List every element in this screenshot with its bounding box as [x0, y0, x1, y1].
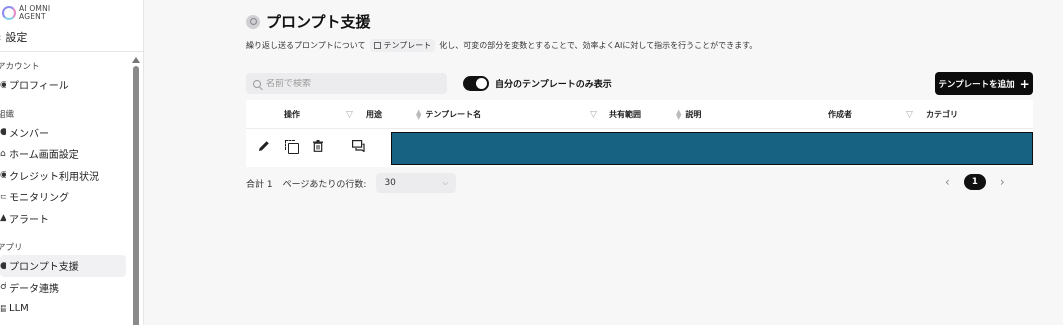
column-header-description[interactable]: ▲ ▼ 説明 [676, 100, 701, 129]
pagination: ‹ 1 › [945, 174, 1005, 190]
filter-icon[interactable]: ▽ [590, 100, 597, 129]
sidebar-item-label: プロフィール [9, 81, 69, 93]
sidebar-item-label: メンバー [9, 128, 49, 140]
template-grid-icon [373, 42, 381, 49]
page-description: 繰り返し送るプロンプトについて テンプレート 化し、可変の部分を変数とすることで… [246, 39, 757, 52]
link-icon: ♂ [0, 282, 6, 292]
rows-per-page-select[interactable]: 30 ⌵ [376, 173, 457, 193]
column-header-template-name[interactable]: ▲ ▼ テンプレート名 [416, 100, 481, 129]
total-count: 合計 1 [246, 179, 273, 190]
table-footer: 合計 1 ページあたりの行数: 30 ⌵ [246, 173, 457, 193]
sidebar-nav: アカウント ◉ プロフィール 組織 ● メンバー ⌂ ホーム画面設定 ◉ クレジ… [0, 59, 126, 320]
section-title-apps: アプリ [0, 243, 23, 253]
column-header-purpose[interactable]: 用途 [366, 100, 382, 129]
chat-icon[interactable] [352, 140, 365, 152]
my-templates-toggle-group[interactable]: 自分のテンプレートのみ表示 [463, 76, 612, 91]
chevron-left-icon: ‹ [0, 31, 1, 44]
database-icon: ▤ [0, 304, 6, 314]
sidebar-item-label: モニタリング [9, 193, 69, 205]
filter-icon[interactable]: ▽ [906, 100, 913, 129]
sidebar-item-home-settings[interactable]: ⌂ ホーム画面設定 [0, 143, 126, 165]
rows-per-page-label: ページあたりの行数: [282, 179, 367, 190]
sidebar-item-members[interactable]: ● メンバー [0, 122, 126, 144]
toggle-label: 自分のテンプレートのみ表示 [495, 80, 612, 90]
sidebar-item-llm[interactable]: ▤ LLM [0, 298, 126, 320]
prompt-assist-icon [246, 14, 260, 29]
home-icon: ⌂ [0, 148, 6, 159]
prompt-icon: ● [0, 261, 6, 271]
settings-back-link[interactable]: ‹ 設定 [0, 29, 27, 45]
sidebar-scrollbar[interactable] [131, 54, 141, 325]
settings-label: 設定 [5, 31, 28, 44]
coin-icon: ◉ [0, 170, 6, 180]
sidebar-item-label: データ連携 [9, 283, 59, 295]
page-number-button[interactable]: 1 [963, 174, 986, 190]
search-input[interactable] [266, 78, 436, 89]
trash-icon[interactable] [313, 140, 323, 152]
bell-icon: ▲ [0, 213, 6, 223]
sidebar: AI OMNI AGENT ‹ 設定 アカウント ◉ プロフィール 組織 ● メ… [0, 0, 144, 325]
chevron-left-icon[interactable]: ‹ [945, 175, 950, 189]
column-header-category[interactable]: カテゴリ [926, 100, 958, 129]
filter-icon[interactable]: ▽ [346, 100, 353, 129]
logo-line2: AGENT [19, 12, 46, 21]
sidebar-item-label: アラート [9, 214, 49, 226]
description-suffix: 化し、可変の部分を変数とすることで、効率よくAIに対して指示を行うことができます… [439, 41, 758, 50]
sidebar-item-label: LLM [9, 303, 29, 315]
templates-table: 操作 ▽ 用途 ▲▼ テンプレート名 ▽ 共有範囲 ▲▼ 説明 作成者 ▽ [246, 100, 1033, 167]
rows-per-page-value: 30 [384, 178, 396, 188]
column-header-sharing-scope[interactable]: 共有範囲 [609, 100, 641, 129]
sidebar-divider [0, 51, 143, 52]
app-logo[interactable]: AI OMNI AGENT [2, 5, 50, 21]
search-box[interactable] [246, 73, 447, 94]
add-template-button[interactable]: テンプレートを追加 + [935, 72, 1033, 95]
table-row [246, 129, 1033, 167]
sidebar-item-label: ホーム画面設定 [9, 150, 79, 162]
search-icon [253, 79, 261, 88]
sidebar-item-profile[interactable]: ◉ プロフィール [0, 74, 126, 96]
duplicate-icon[interactable] [285, 140, 299, 154]
template-chip-label: テンプレート [383, 41, 432, 50]
user-circle-icon: ◉ [0, 80, 6, 90]
page-header: プロンプト支援 [246, 11, 371, 32]
sidebar-item-prompt-assist[interactable]: ● プロンプト支援 [0, 255, 126, 277]
sidebar-item-alerts[interactable]: ▲ アラート [0, 208, 126, 230]
column-header-actions: 操作 [284, 110, 300, 119]
section-title-organization: 組織 [0, 109, 15, 120]
table-header: 操作 ▽ 用途 ▲▼ テンプレート名 ▽ 共有範囲 ▲▼ 説明 作成者 ▽ [246, 100, 1033, 129]
sort-icon[interactable]: ▲ ▼ [676, 108, 681, 120]
edit-icon[interactable] [258, 140, 270, 152]
plus-icon: + [1019, 76, 1030, 91]
chevron-down-icon: ⌵ [442, 178, 449, 187]
monitor-icon: ▭ [0, 192, 6, 202]
row-content-block[interactable] [391, 132, 1033, 165]
add-template-label: テンプレートを追加 [938, 79, 1015, 90]
sidebar-item-credit-usage[interactable]: ◉ クレジット利用状況 [0, 165, 126, 187]
sidebar-item-label: プロンプト支援 [9, 262, 79, 274]
chevron-right-icon[interactable]: › [1000, 175, 1005, 189]
sidebar-item-data-integration[interactable]: ♂ データ連携 [0, 277, 126, 299]
my-templates-toggle[interactable] [463, 76, 489, 91]
description-prefix: 繰り返し送るプロンプトについて [246, 41, 366, 50]
template-chip: テンプレート [369, 39, 436, 52]
sidebar-item-label: クレジット利用状況 [9, 171, 99, 183]
users-icon: ● [0, 127, 6, 137]
sidebar-item-monitoring[interactable]: ▭ モニタリング [0, 186, 126, 208]
logo-icon [2, 6, 16, 20]
scrollbar-thumb[interactable] [133, 66, 139, 325]
sort-icon[interactable]: ▲ ▼ [416, 108, 421, 120]
column-header-author[interactable]: 作成者 [828, 100, 852, 129]
section-title-account: アカウント [0, 62, 40, 72]
page-title: プロンプト支援 [266, 13, 371, 31]
scroll-up-arrow-icon[interactable] [132, 57, 140, 63]
main-content: プロンプト支援 繰り返し送るプロンプトについて テンプレート 化し、可変の部分を… [145, 0, 1063, 325]
